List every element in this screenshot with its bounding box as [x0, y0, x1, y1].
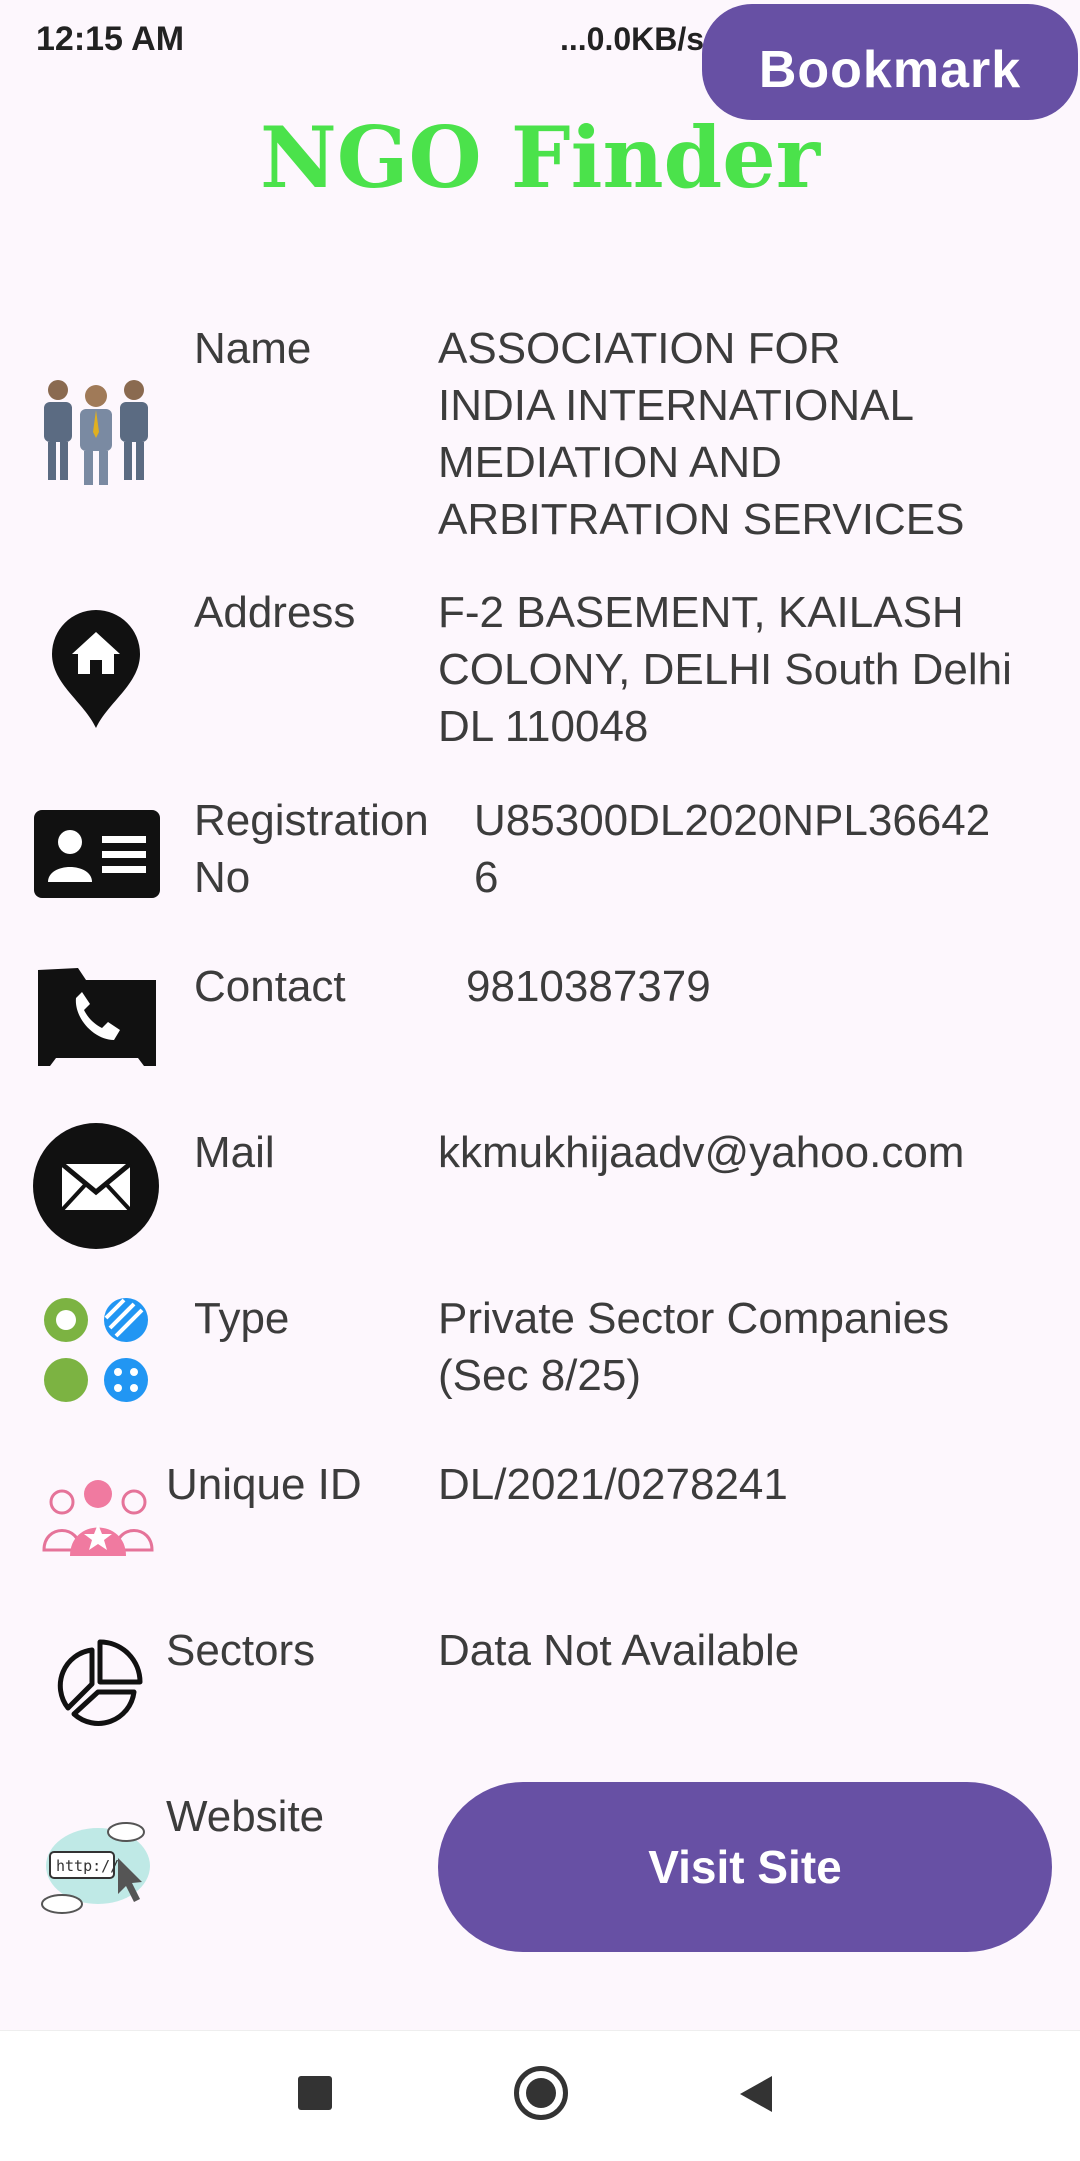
sectors-value: Data Not Available	[438, 1626, 800, 1675]
address-value: F-2 BASEMENT, KAILASH COLONY, DELHI Sout…	[438, 584, 1012, 755]
group-star-icon	[40, 1478, 156, 1563]
registration-label: Registration No	[194, 792, 429, 906]
type-value-line: Private Sector Companies	[438, 1294, 950, 1343]
name-value-line: MEDIATION AND	[438, 438, 782, 487]
registration-value: U85300DL2020NPL36642 6	[474, 792, 990, 906]
registration-value-line: U85300DL2020NPL36642	[474, 796, 991, 845]
unique-id-value: DL/2021/0278241	[438, 1460, 788, 1509]
mail-icon	[32, 1122, 160, 1255]
category-dots-icon	[40, 1292, 152, 1409]
sectors-label: Sectors	[166, 1626, 316, 1675]
name-value-line: ARBITRATION SERVICES	[438, 495, 965, 544]
type-label: Type	[194, 1294, 290, 1343]
name-value-line: INDIA INTERNATIONAL	[438, 381, 914, 430]
name-value: ASSOCIATION FOR INDIA INTERNATIONAL MEDI…	[438, 320, 964, 548]
bookmark-button[interactable]: Bookmark	[702, 4, 1078, 120]
recent-apps-button[interactable]	[298, 2076, 332, 2110]
registration-label-line: Registration	[194, 796, 429, 845]
unique-id-label: Unique ID	[166, 1460, 362, 1509]
address-value-line: DL 110048	[438, 702, 649, 751]
home-button[interactable]	[514, 2066, 568, 2120]
page-title: NGO Finder	[260, 108, 820, 207]
phone-icon	[34, 962, 160, 1075]
mail-value: kkmukhijaadv@yahoo.com	[438, 1128, 965, 1177]
back-button[interactable]	[740, 2076, 772, 2112]
network-speed: ...0.0KB/s	[560, 20, 705, 57]
registration-value-line: 6	[474, 853, 499, 902]
address-value-line: F-2 BASEMENT, KAILASH	[438, 588, 964, 637]
location-home-icon	[48, 606, 144, 735]
id-card-icon	[32, 806, 162, 907]
contact-label: Contact	[194, 962, 346, 1011]
website-cursor-icon: http://	[36, 1808, 156, 1921]
name-label: Name	[194, 324, 312, 373]
visit-site-button[interactable]: Visit Site	[438, 1782, 1052, 1952]
contact-value: 9810387379	[466, 962, 711, 1011]
address-value-line: COLONY, DELHI South Delhi	[438, 645, 1012, 694]
address-label: Address	[194, 588, 356, 637]
registration-label-line: No	[194, 853, 251, 902]
mail-label: Mail	[194, 1128, 275, 1177]
name-value-line: ASSOCIATION FOR	[438, 324, 841, 373]
website-label: Website	[166, 1792, 325, 1841]
type-value: Private Sector Companies (Sec 8/25)	[438, 1290, 949, 1404]
type-value-line: (Sec 8/25)	[438, 1351, 641, 1400]
status-time: 12:15 AM	[36, 20, 185, 58]
website-icon-text: http://	[56, 1857, 119, 1875]
people-icon	[38, 372, 154, 493]
pie-chart-icon	[52, 1636, 146, 1735]
